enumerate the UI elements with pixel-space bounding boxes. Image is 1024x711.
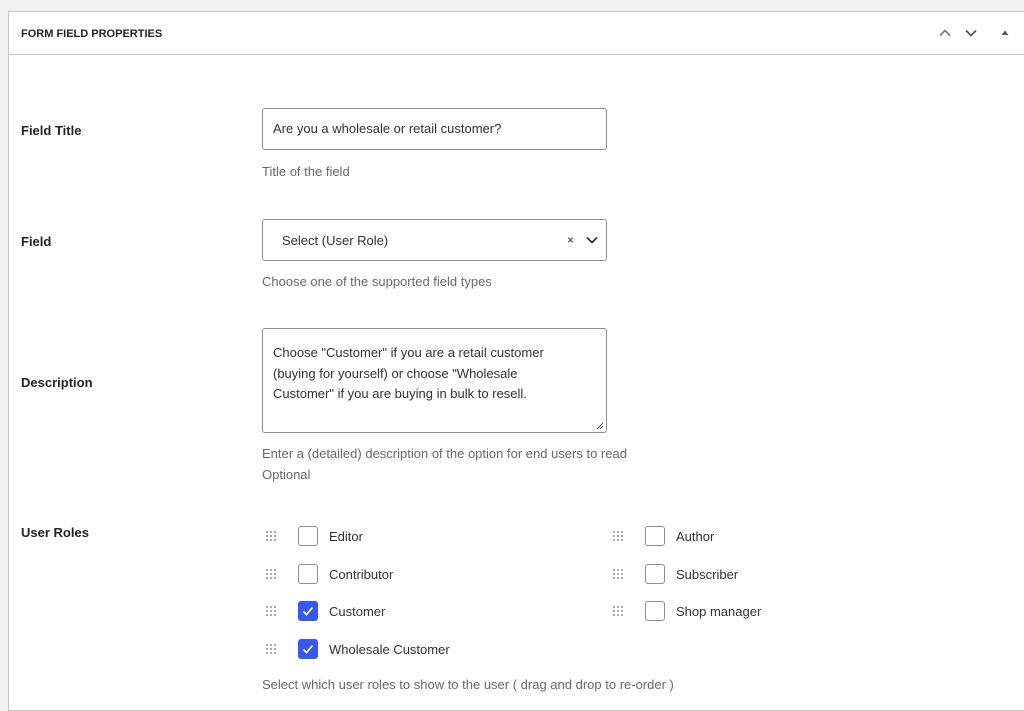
role-label: Subscriber bbox=[676, 566, 739, 582]
move-up-button[interactable] bbox=[936, 24, 954, 42]
role-label: Editor bbox=[329, 528, 363, 544]
role-label: Contributor bbox=[329, 566, 394, 582]
drag-handle-icon[interactable] bbox=[612, 530, 624, 542]
panel-header: FORM FIELD PROPERTIES bbox=[9, 12, 1024, 55]
description-help: Enter a (detailed) description of the op… bbox=[262, 446, 627, 461]
role-label: Author bbox=[676, 528, 715, 544]
field-label: Field bbox=[21, 234, 52, 249]
chevron-down-icon[interactable] bbox=[585, 233, 599, 247]
field-title-input[interactable]: Are you a wholesale or retail customer? bbox=[262, 108, 607, 150]
panel-title: FORM FIELD PROPERTIES bbox=[21, 28, 163, 40]
role-checkbox[interactable] bbox=[298, 601, 318, 621]
field-title-help: Title of the field bbox=[262, 164, 350, 179]
chevron-up-icon bbox=[939, 29, 951, 37]
user-roles-label: User Roles bbox=[21, 525, 89, 540]
role-checkbox[interactable] bbox=[298, 564, 318, 584]
drag-handle-icon[interactable] bbox=[265, 605, 277, 617]
field-help: Choose one of the supported field types bbox=[262, 274, 492, 289]
drag-handle-icon[interactable] bbox=[612, 605, 624, 617]
drag-handle-icon[interactable] bbox=[265, 643, 277, 655]
drag-handle-icon[interactable] bbox=[265, 530, 277, 542]
form-field-properties-panel: FORM FIELD PROPERTIES Field Title Are yo… bbox=[8, 11, 1024, 711]
role-item-editor[interactable]: Editor bbox=[265, 525, 363, 547]
triangle-up-icon bbox=[1001, 30, 1009, 35]
role-item-customer[interactable]: Customer bbox=[265, 600, 385, 622]
role-checkbox[interactable] bbox=[645, 564, 665, 584]
role-label: Customer bbox=[329, 603, 386, 619]
user-roles-help: Select which user roles to show to the u… bbox=[262, 677, 674, 692]
role-checkbox[interactable] bbox=[298, 639, 318, 659]
move-down-button[interactable] bbox=[962, 24, 980, 42]
checkmark-icon bbox=[302, 606, 314, 616]
role-item-shop-manager[interactable]: Shop manager bbox=[612, 600, 761, 622]
role-item-contributor[interactable]: Contributor bbox=[265, 563, 393, 585]
drag-handle-icon[interactable] bbox=[265, 568, 277, 580]
role-label: Shop manager bbox=[676, 603, 762, 619]
clear-selection-button[interactable]: × bbox=[567, 233, 574, 247]
role-checkbox[interactable] bbox=[298, 526, 318, 546]
toggle-panel-button[interactable] bbox=[996, 24, 1014, 42]
role-label: Wholesale Customer bbox=[329, 641, 450, 657]
role-item-author[interactable]: Author bbox=[612, 525, 714, 547]
drag-handle-icon[interactable] bbox=[612, 568, 624, 580]
role-checkbox[interactable] bbox=[645, 601, 665, 621]
resize-handle-icon[interactable] bbox=[596, 422, 604, 430]
description-label: Description bbox=[21, 375, 93, 390]
role-checkbox[interactable] bbox=[645, 526, 665, 546]
field-type-selected-value: Select (User Role) bbox=[282, 233, 389, 248]
description-line: Customer" if you are buying in bulk to r… bbox=[273, 386, 527, 401]
field-title-label: Field Title bbox=[21, 123, 82, 138]
chevron-down-icon bbox=[965, 29, 977, 37]
description-textarea[interactable]: Choose "Customer" if you are a retail cu… bbox=[262, 328, 607, 433]
role-item-wholesale-customer[interactable]: Wholesale Customer bbox=[265, 638, 450, 660]
field-type-select[interactable]: Select (User Role) × bbox=[262, 219, 607, 261]
description-line: Choose "Customer" if you are a retail cu… bbox=[273, 345, 544, 360]
checkmark-icon bbox=[302, 644, 314, 654]
role-item-subscriber[interactable]: Subscriber bbox=[612, 563, 738, 585]
description-line: (buying for yourself) or choose "Wholesa… bbox=[273, 365, 518, 381]
description-optional-note: Optional bbox=[262, 467, 311, 482]
